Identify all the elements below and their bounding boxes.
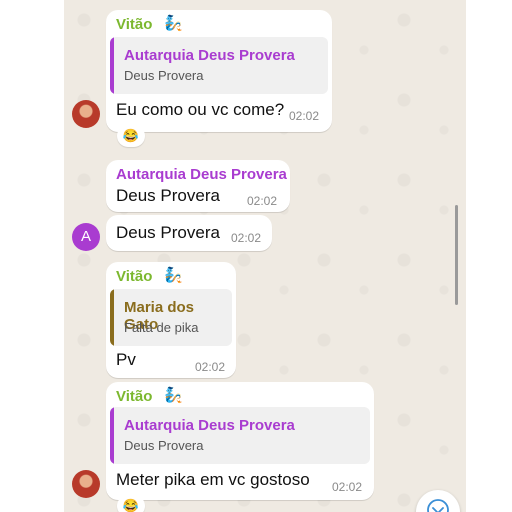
sender-emoji: 🧞 xyxy=(164,15,183,32)
quote-bar xyxy=(110,37,114,94)
quoted-message[interactable]: Maria dos Gato Falta de pika xyxy=(110,289,232,346)
message-bubble[interactable]: Vitão 🧞 Maria dos Gato Falta de pika Pv … xyxy=(106,262,236,378)
avatar[interactable]: A xyxy=(72,223,100,251)
sender-emoji: 🧞 xyxy=(164,267,183,284)
reaction-badge[interactable]: 😂 xyxy=(117,125,145,147)
message-time: 02:02 xyxy=(247,194,278,208)
scrollbar[interactable] xyxy=(455,205,458,305)
quote-bar xyxy=(110,289,114,346)
sender-emoji: 🧞 xyxy=(164,387,183,404)
sender-name[interactable]: Vitão xyxy=(116,268,152,285)
message-bubble[interactable]: Vitão 🧞 Autarquia Deus Provera Deus Prov… xyxy=(106,382,374,500)
quoted-message[interactable]: Autarquia Deus Provera Deus Provera xyxy=(110,407,370,464)
reaction-badge[interactable]: 😂 xyxy=(117,495,145,512)
quote-sender: Autarquia Deus Provera xyxy=(124,417,295,434)
message-bubble[interactable]: Vitão 🧞 Autarquia Deus Provera Deus Prov… xyxy=(106,10,332,132)
chevron-down-icon xyxy=(427,499,449,512)
avatar[interactable] xyxy=(72,100,100,128)
quote-text: Falta de pika xyxy=(124,320,199,335)
quote-bar xyxy=(110,407,114,464)
message-text: Meter pika em vc gostoso xyxy=(116,470,310,489)
avatar[interactable] xyxy=(72,470,100,498)
quote-text: Deus Provera xyxy=(124,438,204,453)
quoted-message[interactable]: Autarquia Deus Provera Deus Provera xyxy=(110,37,328,94)
message-time: 02:02 xyxy=(231,231,262,245)
message-time: 02:02 xyxy=(332,480,363,494)
scroll-down-button[interactable] xyxy=(416,490,460,512)
message-text: Eu como ou vc come? xyxy=(116,100,285,119)
sender-name[interactable]: Autarquia Deus Provera xyxy=(116,166,287,183)
message-time: 02:02 xyxy=(195,360,226,374)
message-text: Pv xyxy=(116,350,136,369)
message-text: Deus Provera xyxy=(116,186,220,205)
sender-name[interactable]: Vitão xyxy=(116,16,152,33)
message-bubble[interactable]: Autarquia Deus Provera Deus Provera 02:0… xyxy=(106,160,290,212)
message-text: Deus Provera xyxy=(116,223,220,242)
message-time: 02:02 xyxy=(289,109,320,123)
quote-sender: Autarquia Deus Provera xyxy=(124,47,295,64)
quote-text: Deus Provera xyxy=(124,68,204,83)
message-bubble[interactable]: Deus Provera 02:02 xyxy=(106,215,272,251)
sender-name[interactable]: Vitão xyxy=(116,388,152,405)
